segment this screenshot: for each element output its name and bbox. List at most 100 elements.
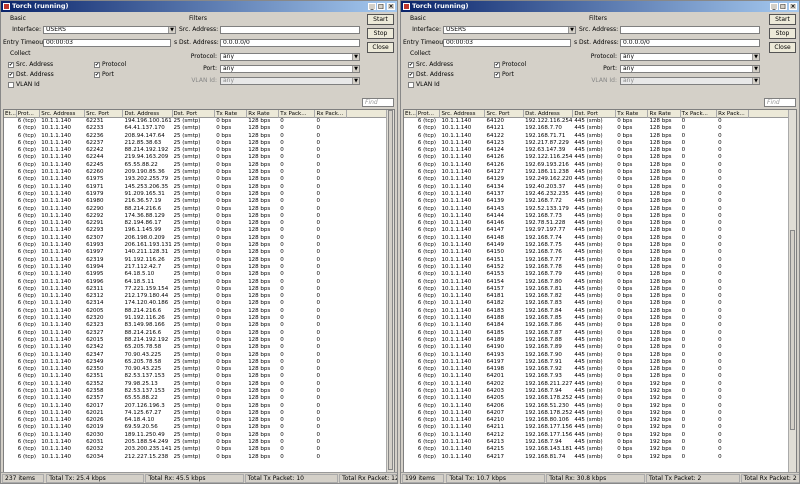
table-row[interactable]: 6 (tcp) 10.1.1.140 64154 192.168.7.80 445 (s… [404, 279, 788, 286]
table-row[interactable]: 6 (tcp) 10.1.1.140 62030 189.11.250.49 25 (s… [4, 432, 386, 439]
table-row[interactable]: 6 (tcp) 10.1.1.140 64181 192.168.7.82 445 (s… [404, 293, 788, 300]
table-row[interactable]: 6 (tcp) 10.1.1.140 62260 209.190.85.36 25 (s… [4, 169, 386, 176]
table-row[interactable]: 6 (tcp) 10.1.1.140 64123 192.217.87.229 445 … [404, 140, 788, 147]
table-row[interactable]: 6 (tcp) 10.1.1.140 62242 88.214.192.192 25 (… [4, 147, 386, 154]
table-row[interactable]: 6 (tcp) 10.1.1.140 64197 192.168.7.91 445 (s… [404, 359, 788, 366]
table-row[interactable]: 6 (tcp) 10.1.1.140 62349 65.205.78.58 25 (sm… [4, 359, 386, 366]
interface-select[interactable]: USERS ▼ [43, 26, 176, 34]
chevron-down-icon[interactable]: ▼ [352, 54, 359, 60]
table-row[interactable]: 6 (tcp) 10.1.1.140 62231 194.196.100.161 25 … [4, 118, 386, 125]
table-row[interactable]: 6 (tcp) 10.1.1.140 64193 192.168.7.90 445 (s… [404, 352, 788, 359]
table-row[interactable]: 6 (tcp) 10.1.1.140 64127 192.186.11.238 445 … [404, 169, 788, 176]
vlan-id-select[interactable]: any ▼ [620, 77, 760, 85]
port-select[interactable]: any ▼ [620, 65, 760, 73]
entry-timeout-input[interactable]: 00:00:03 [43, 39, 171, 47]
table-row[interactable]: 6 (tcp) 10.1.1.140 64147 192.97.197.77 445 (… [404, 227, 788, 234]
chevron-down-icon[interactable]: ▼ [568, 27, 575, 33]
table-row[interactable]: 6 (tcp) 10.1.1.140 62244 219.94.163.209 25 (… [4, 154, 386, 161]
table-row[interactable]: 6 (tcp) 10.1.1.140 62233 64.41.137.170 25 (s… [4, 125, 386, 132]
table-row[interactable]: 6 (tcp) 10.1.1.140 61971 145.253.206.35 25 (… [4, 184, 386, 191]
protocol-select[interactable]: any ▼ [220, 53, 360, 61]
table-row[interactable]: 6 (tcp) 10.1.1.140 62290 88.214.216.6 25 (sm… [4, 206, 386, 213]
column-header[interactable]: Rx Pack... [717, 110, 750, 118]
table-row[interactable]: 6 (tcp) 10.1.1.140 64207 192.168.178.252 445… [404, 410, 788, 417]
maximize-button[interactable]: □ [377, 3, 385, 10]
table-row[interactable]: 6 (tcp) 10.1.1.140 62021 74.125.67.27 25 (sm… [4, 410, 386, 417]
collect-port-checkbox[interactable]: ✔ [94, 72, 100, 78]
table-row[interactable]: 6 (tcp) 10.1.1.140 64189 192.168.7.88 445 (s… [404, 337, 788, 344]
table-row[interactable]: 6 (tcp) 10.1.1.140 64122 192.168.71.71 445 (… [404, 133, 788, 140]
table-row[interactable]: 6 (tcp) 10.1.1.140 64217 192.168.81.74 445 (… [404, 454, 788, 461]
table-row[interactable]: 6 (tcp) 10.1.1.140 64121 192.168.7.70 445 (s… [404, 125, 788, 132]
table-row[interactable]: 6 (tcp) 10.1.1.140 62293 196.1.145.99 25 (sm… [4, 227, 386, 234]
table-row[interactable]: 6 (tcp) 10.1.1.140 62026 64.18.4.10 25 (smtp… [4, 417, 386, 424]
table-row[interactable]: 6 (tcp) 10.1.1.140 64213 192.168.7.94 445 (s… [404, 439, 788, 446]
table-row[interactable]: 6 (tcp) 10.1.1.140 64152 192.168.7.78 445 (s… [404, 264, 788, 271]
collect-dst-checkbox[interactable]: ✔ [8, 72, 14, 78]
table-row[interactable]: 6 (tcp) 10.1.1.140 62352 79.98.25.13 25 (smt… [4, 381, 386, 388]
column-header[interactable]: Rx Rate [648, 110, 681, 118]
dst-address-input[interactable]: 0.0.0.0/0 [620, 39, 760, 47]
stop-button[interactable]: Stop [769, 28, 796, 39]
protocol-select[interactable]: any ▼ [620, 53, 760, 61]
collect-protocol-checkbox[interactable]: ✔ [494, 62, 500, 68]
chevron-down-icon[interactable]: ▼ [752, 78, 759, 84]
table-row[interactable]: 6 (tcp) 10.1.1.140 61979 91.209.165.31 25 (s… [4, 191, 386, 198]
table-row[interactable]: 6 (tcp) 10.1.1.140 62319 91.192.116.26 25 (s… [4, 257, 386, 264]
find-input[interactable]: Find [764, 98, 796, 107]
table-row[interactable]: 6 (tcp) 10.1.1.140 64211 192.168.177.156 445… [404, 424, 788, 431]
src-address-input[interactable] [620, 26, 760, 34]
entry-timeout-input[interactable]: 00:00:03 [443, 39, 571, 47]
table-row[interactable]: 6 (tcp) 10.1.1.140 61980 216.36.57.19 25 (sm… [4, 198, 386, 205]
table-row[interactable]: 6 (tcp) 10.1.1.140 62350 70.90.43.225 25 (sm… [4, 366, 386, 373]
column-header[interactable]: Dst. Port [173, 110, 216, 118]
table-row[interactable]: 6 (tcp) 10.1.1.140 62237 212.85.38.63 25 (sm… [4, 140, 386, 147]
table-row[interactable]: 6 (tcp) 10.1.1.140 64183 192.168.7.84 445 (s… [404, 308, 788, 315]
table-row[interactable]: 6 (tcp) 10.1.1.140 64146 192.78.51.228 445 (… [404, 220, 788, 227]
table-row[interactable]: 6 (tcp) 10.1.1.140 64124 192.63.147.39 445 (… [404, 147, 788, 154]
close-window-button[interactable]: × [387, 3, 395, 10]
table-row[interactable]: 6 (tcp) 10.1.1.140 64182 192.168.7.83 445 (s… [404, 300, 788, 307]
table-row[interactable]: 6 (tcp) 10.1.1.140 62314 174.120.40.186 25 (… [4, 300, 386, 307]
column-header[interactable]: Src. Port [485, 110, 525, 118]
table-row[interactable]: 6 (tcp) 10.1.1.140 61975 193.202.255.79 25 (… [4, 176, 386, 183]
table-row[interactable]: 6 (tcp) 10.1.1.140 64201 192.168.7.93 445 (s… [404, 373, 788, 380]
start-button[interactable]: Start [367, 14, 394, 25]
table-row[interactable]: 6 (tcp) 10.1.1.140 64212 192.168.177.156 445… [404, 432, 788, 439]
table-row[interactable]: 6 (tcp) 10.1.1.140 64153 192.168.7.79 445 (s… [404, 271, 788, 278]
table-row[interactable]: 6 (tcp) 10.1.1.140 64150 192.168.7.76 445 (s… [404, 249, 788, 256]
table-row[interactable]: 6 (tcp) 10.1.1.140 64198 192.168.7.92 445 (s… [404, 366, 788, 373]
collect-src-checkbox[interactable]: ✔ [8, 62, 14, 68]
table-row[interactable]: 6 (tcp) 10.1.1.140 62347 70.90.43.225 25 (sm… [4, 352, 386, 359]
chevron-down-icon[interactable]: ▼ [168, 27, 175, 33]
column-header[interactable]: Prot... [17, 110, 41, 118]
table-row[interactable]: 6 (tcp) 10.1.1.140 62291 82.194.86.17 25 (sm… [4, 220, 386, 227]
title-bar[interactable]: Torch (running) _ □ × [1, 1, 397, 12]
table-row[interactable]: 6 (tcp) 10.1.1.140 64215 192.168.143.181 445… [404, 446, 788, 453]
table-row[interactable]: 6 (tcp) 10.1.1.140 62292 174.36.88.129 25 (s… [4, 213, 386, 220]
table-row[interactable]: 6 (tcp) 10.1.1.140 62031 205.188.54.249 25 (… [4, 439, 386, 446]
collect-port-checkbox[interactable]: ✔ [494, 72, 500, 78]
table-row[interactable]: 6 (tcp) 10.1.1.140 62351 82.53.137.153 25 (s… [4, 373, 386, 380]
table-row[interactable]: 6 (tcp) 10.1.1.140 64190 192.168.7.89 445 (s… [404, 344, 788, 351]
src-address-input[interactable] [220, 26, 360, 34]
column-header[interactable]: Prot... [417, 110, 441, 118]
table-row[interactable]: 6 (tcp) 10.1.1.140 62327 88.214.216.6 25 (sm… [4, 330, 386, 337]
column-header[interactable]: Dst. Port [573, 110, 617, 118]
column-header[interactable]: Dst. Address [524, 110, 574, 118]
stop-button[interactable]: Stop [367, 28, 394, 39]
table-row[interactable]: 6 (tcp) 10.1.1.140 62323 83.149.98.166 25 (s… [4, 322, 386, 329]
chevron-down-icon[interactable]: ▼ [752, 54, 759, 60]
table-row[interactable]: 6 (tcp) 10.1.1.140 62312 212.179.180.44 25 (… [4, 293, 386, 300]
maximize-button[interactable]: □ [779, 3, 787, 10]
column-header[interactable]: Et... [404, 110, 417, 118]
table-row[interactable]: 6 (tcp) 10.1.1.140 62245 65.55.88.22 25 (smt… [4, 162, 386, 169]
table-row[interactable]: 6 (tcp) 10.1.1.140 64202 192.168.211.227 445… [404, 381, 788, 388]
table-row[interactable]: 6 (tcp) 10.1.1.140 64137 192.46.232.235 445 … [404, 191, 788, 198]
table-row[interactable]: 6 (tcp) 10.1.1.140 61993 206.161.193.131 25 … [4, 242, 386, 249]
table-row[interactable]: 6 (tcp) 10.1.1.140 64143 192.52.133.179 445 … [404, 206, 788, 213]
table-row[interactable]: 6 (tcp) 10.1.1.140 62307 206.198.0.209 25 (s… [4, 235, 386, 242]
vertical-scrollbar[interactable] [386, 110, 394, 472]
table-row[interactable]: 6 (tcp) 10.1.1.140 64210 192.168.80.106 445 … [404, 417, 788, 424]
title-bar[interactable]: Torch (running) _ □ × [401, 1, 799, 12]
